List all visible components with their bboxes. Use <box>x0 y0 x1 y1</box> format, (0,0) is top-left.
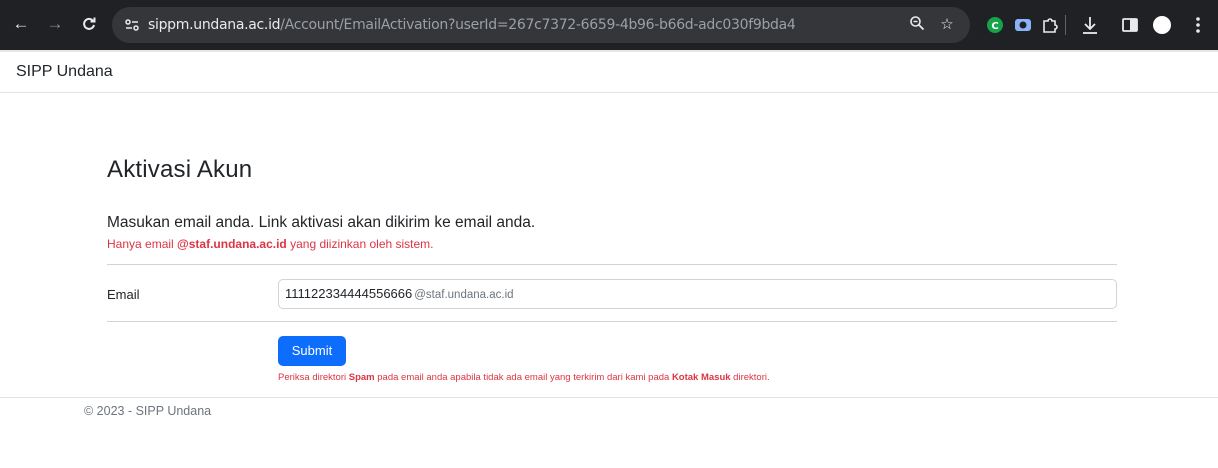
bookmark-star-icon[interactable]: ☆ <box>937 15 957 35</box>
url-host: sippm.undana.ac.id <box>148 17 281 33</box>
footer-copyright: © 2023 - SIPP Undana <box>84 404 212 418</box>
spam-help-text: Periksa direktori Spam pada email anda a… <box>278 372 770 383</box>
help-part-2: pada email anda apabila tidak ada email … <box>374 372 672 383</box>
brand-link[interactable]: SIPP Undana <box>16 63 113 81</box>
footer-divider <box>0 397 1218 398</box>
divider-top <box>107 264 1117 265</box>
site-info-icon[interactable] <box>124 17 140 33</box>
help-part-3: direktori. <box>730 372 770 383</box>
toolbar-separator <box>1065 15 1066 35</box>
forward-icon[interactable]: → <box>44 13 66 35</box>
email-field[interactable]: 111122334444556666 @staf.undana.ac.id <box>278 279 1117 309</box>
reload-icon[interactable] <box>78 13 100 35</box>
note-domain: @staf.undana.ac.id <box>177 237 287 251</box>
extension-c-icon[interactable]: C <box>985 15 1005 40</box>
extension-camera-icon[interactable] <box>1013 15 1033 40</box>
address-bar[interactable]: sippm.undana.ac.id/Account/EmailActivati… <box>112 7 970 43</box>
extensions-puzzle-icon[interactable] <box>1040 15 1060 40</box>
downloads-icon[interactable] <box>1080 15 1100 40</box>
back-icon[interactable]: ← <box>10 13 32 35</box>
email-input-value[interactable]: 111122334444556666 <box>285 286 412 301</box>
email-label: Email <box>107 287 140 302</box>
zoom-icon[interactable] <box>907 15 927 35</box>
instruction-text: Masukan email anda. Link aktivasi akan d… <box>107 214 536 231</box>
browser-toolbar: ← → sippm.undana.ac.id/Account/EmailActi… <box>0 0 1218 50</box>
profile-icon[interactable] <box>1152 15 1172 40</box>
side-panel-icon[interactable] <box>1120 15 1140 40</box>
url-text[interactable]: sippm.undana.ac.id/Account/EmailActivati… <box>148 7 796 43</box>
help-part-1: Periksa direktori <box>278 372 349 383</box>
menu-icon[interactable] <box>1188 15 1208 40</box>
note-suffix: yang diizinkan oleh sistem. <box>286 237 434 251</box>
app-navbar: SIPP Undana <box>0 52 1218 93</box>
note-prefix: Hanya email <box>107 237 178 251</box>
url-path: /Account/EmailActivation?userId=267c7372… <box>280 17 796 33</box>
page-title: Aktivasi Akun <box>107 156 253 183</box>
divider-bottom <box>107 321 1117 322</box>
help-spam: Spam <box>348 372 375 383</box>
svg-text:C: C <box>991 21 998 32</box>
submit-button[interactable]: Submit <box>278 336 346 366</box>
email-domain-suffix: @staf.undana.ac.id <box>414 289 514 301</box>
domain-restriction-note: Hanya email @staf.undana.ac.id yang diiz… <box>107 237 434 251</box>
help-inbox: Kotak Masuk <box>671 372 731 383</box>
